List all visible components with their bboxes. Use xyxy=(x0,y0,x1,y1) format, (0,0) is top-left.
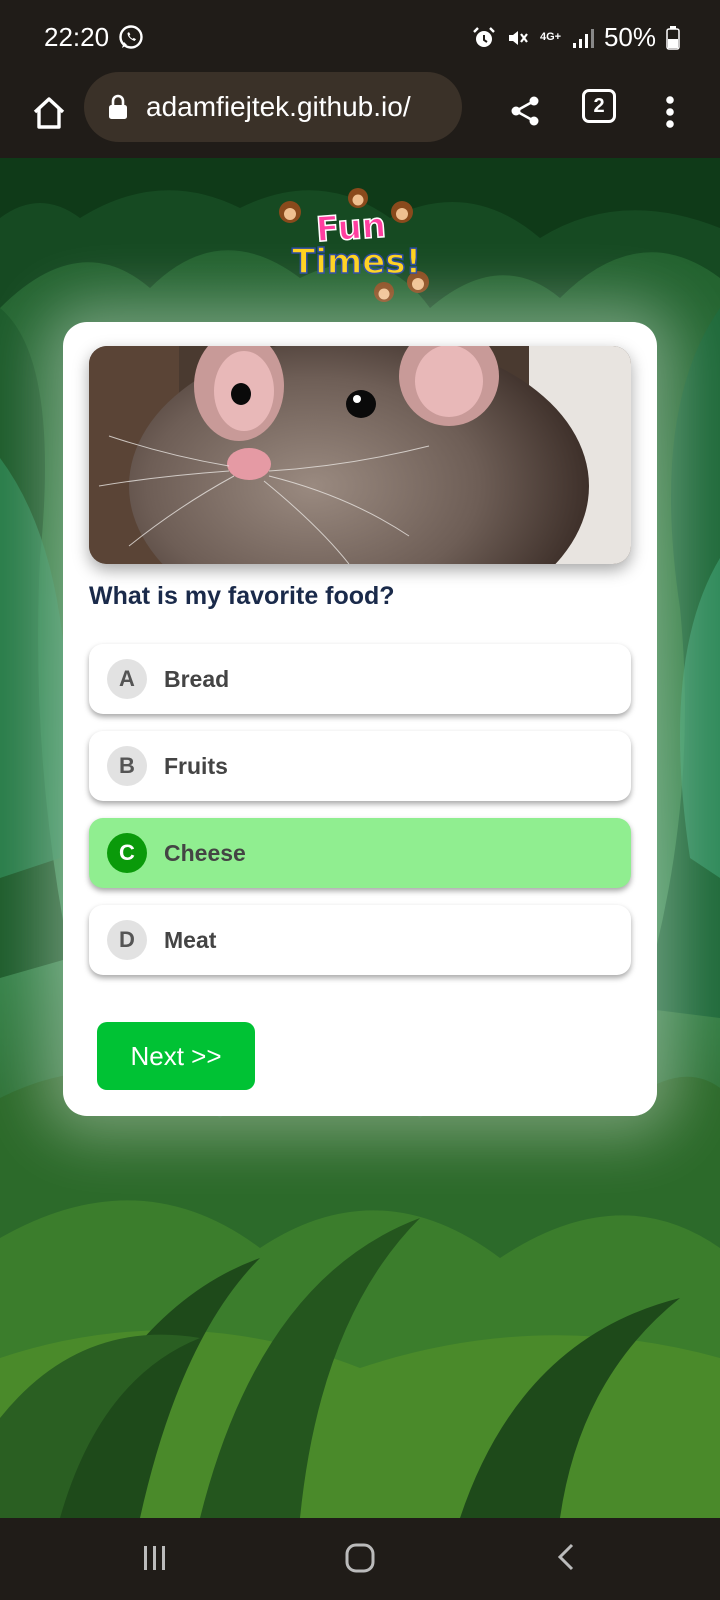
browser-menu-button[interactable] xyxy=(650,84,690,140)
recents-icon[interactable] xyxy=(140,1542,170,1577)
answer-label: Meat xyxy=(164,927,217,953)
quiz-card: What is my favorite food? A Bread B Frui… xyxy=(63,322,657,1116)
battery-icon xyxy=(666,25,680,50)
back-icon[interactable] xyxy=(552,1542,582,1577)
address-bar[interactable]: adamfiejtek.github.io/ xyxy=(84,72,462,142)
answer-letter-badge: A xyxy=(107,659,147,699)
answer-option-a[interactable]: A Bread xyxy=(89,644,631,714)
answer-label: Cheese xyxy=(164,840,246,866)
mute-icon xyxy=(506,26,530,50)
browser-toolbar: adamfiejtek.github.io/ 2 xyxy=(0,70,720,158)
fun-times-logo: Fun Times! xyxy=(272,186,448,310)
home-icon[interactable] xyxy=(344,1542,376,1579)
system-nav-bar xyxy=(0,1518,720,1600)
lock-icon xyxy=(108,94,128,125)
answer-letter-badge: B xyxy=(107,746,147,786)
answer-letter-badge: C xyxy=(107,833,147,873)
alarm-icon xyxy=(472,26,496,50)
question-text: What is my favorite food? xyxy=(89,582,395,610)
answer-option-b[interactable]: B Fruits xyxy=(89,731,631,801)
whatsapp-icon xyxy=(118,24,144,55)
home-icon xyxy=(33,97,65,129)
logo-text-times: Times! xyxy=(291,241,422,283)
network-type: 4G+ xyxy=(539,31,562,43)
battery-percent: 50% xyxy=(603,22,656,52)
share-button[interactable] xyxy=(500,86,550,136)
browser-home-button[interactable] xyxy=(22,86,76,140)
rat-photo xyxy=(89,346,631,564)
answer-letter-badge: D xyxy=(107,920,147,960)
answer-option-d[interactable]: D Meat xyxy=(89,905,631,975)
url-text: adamfiejtek.github.io/ xyxy=(146,91,411,122)
answer-option-c[interactable]: C Cheese xyxy=(89,818,631,888)
status-time: 22:20 xyxy=(44,22,110,52)
signal-icon xyxy=(572,27,594,49)
status-bar: 22:20 4G+ 50% xyxy=(0,0,720,70)
answer-label: Bread xyxy=(164,666,230,692)
tab-switcher-button[interactable]: 2 xyxy=(582,89,616,123)
share-icon xyxy=(511,96,539,126)
answer-label: Fruits xyxy=(164,753,228,779)
next-button[interactable]: Next >> xyxy=(97,1022,255,1090)
menu-icon xyxy=(666,96,674,128)
